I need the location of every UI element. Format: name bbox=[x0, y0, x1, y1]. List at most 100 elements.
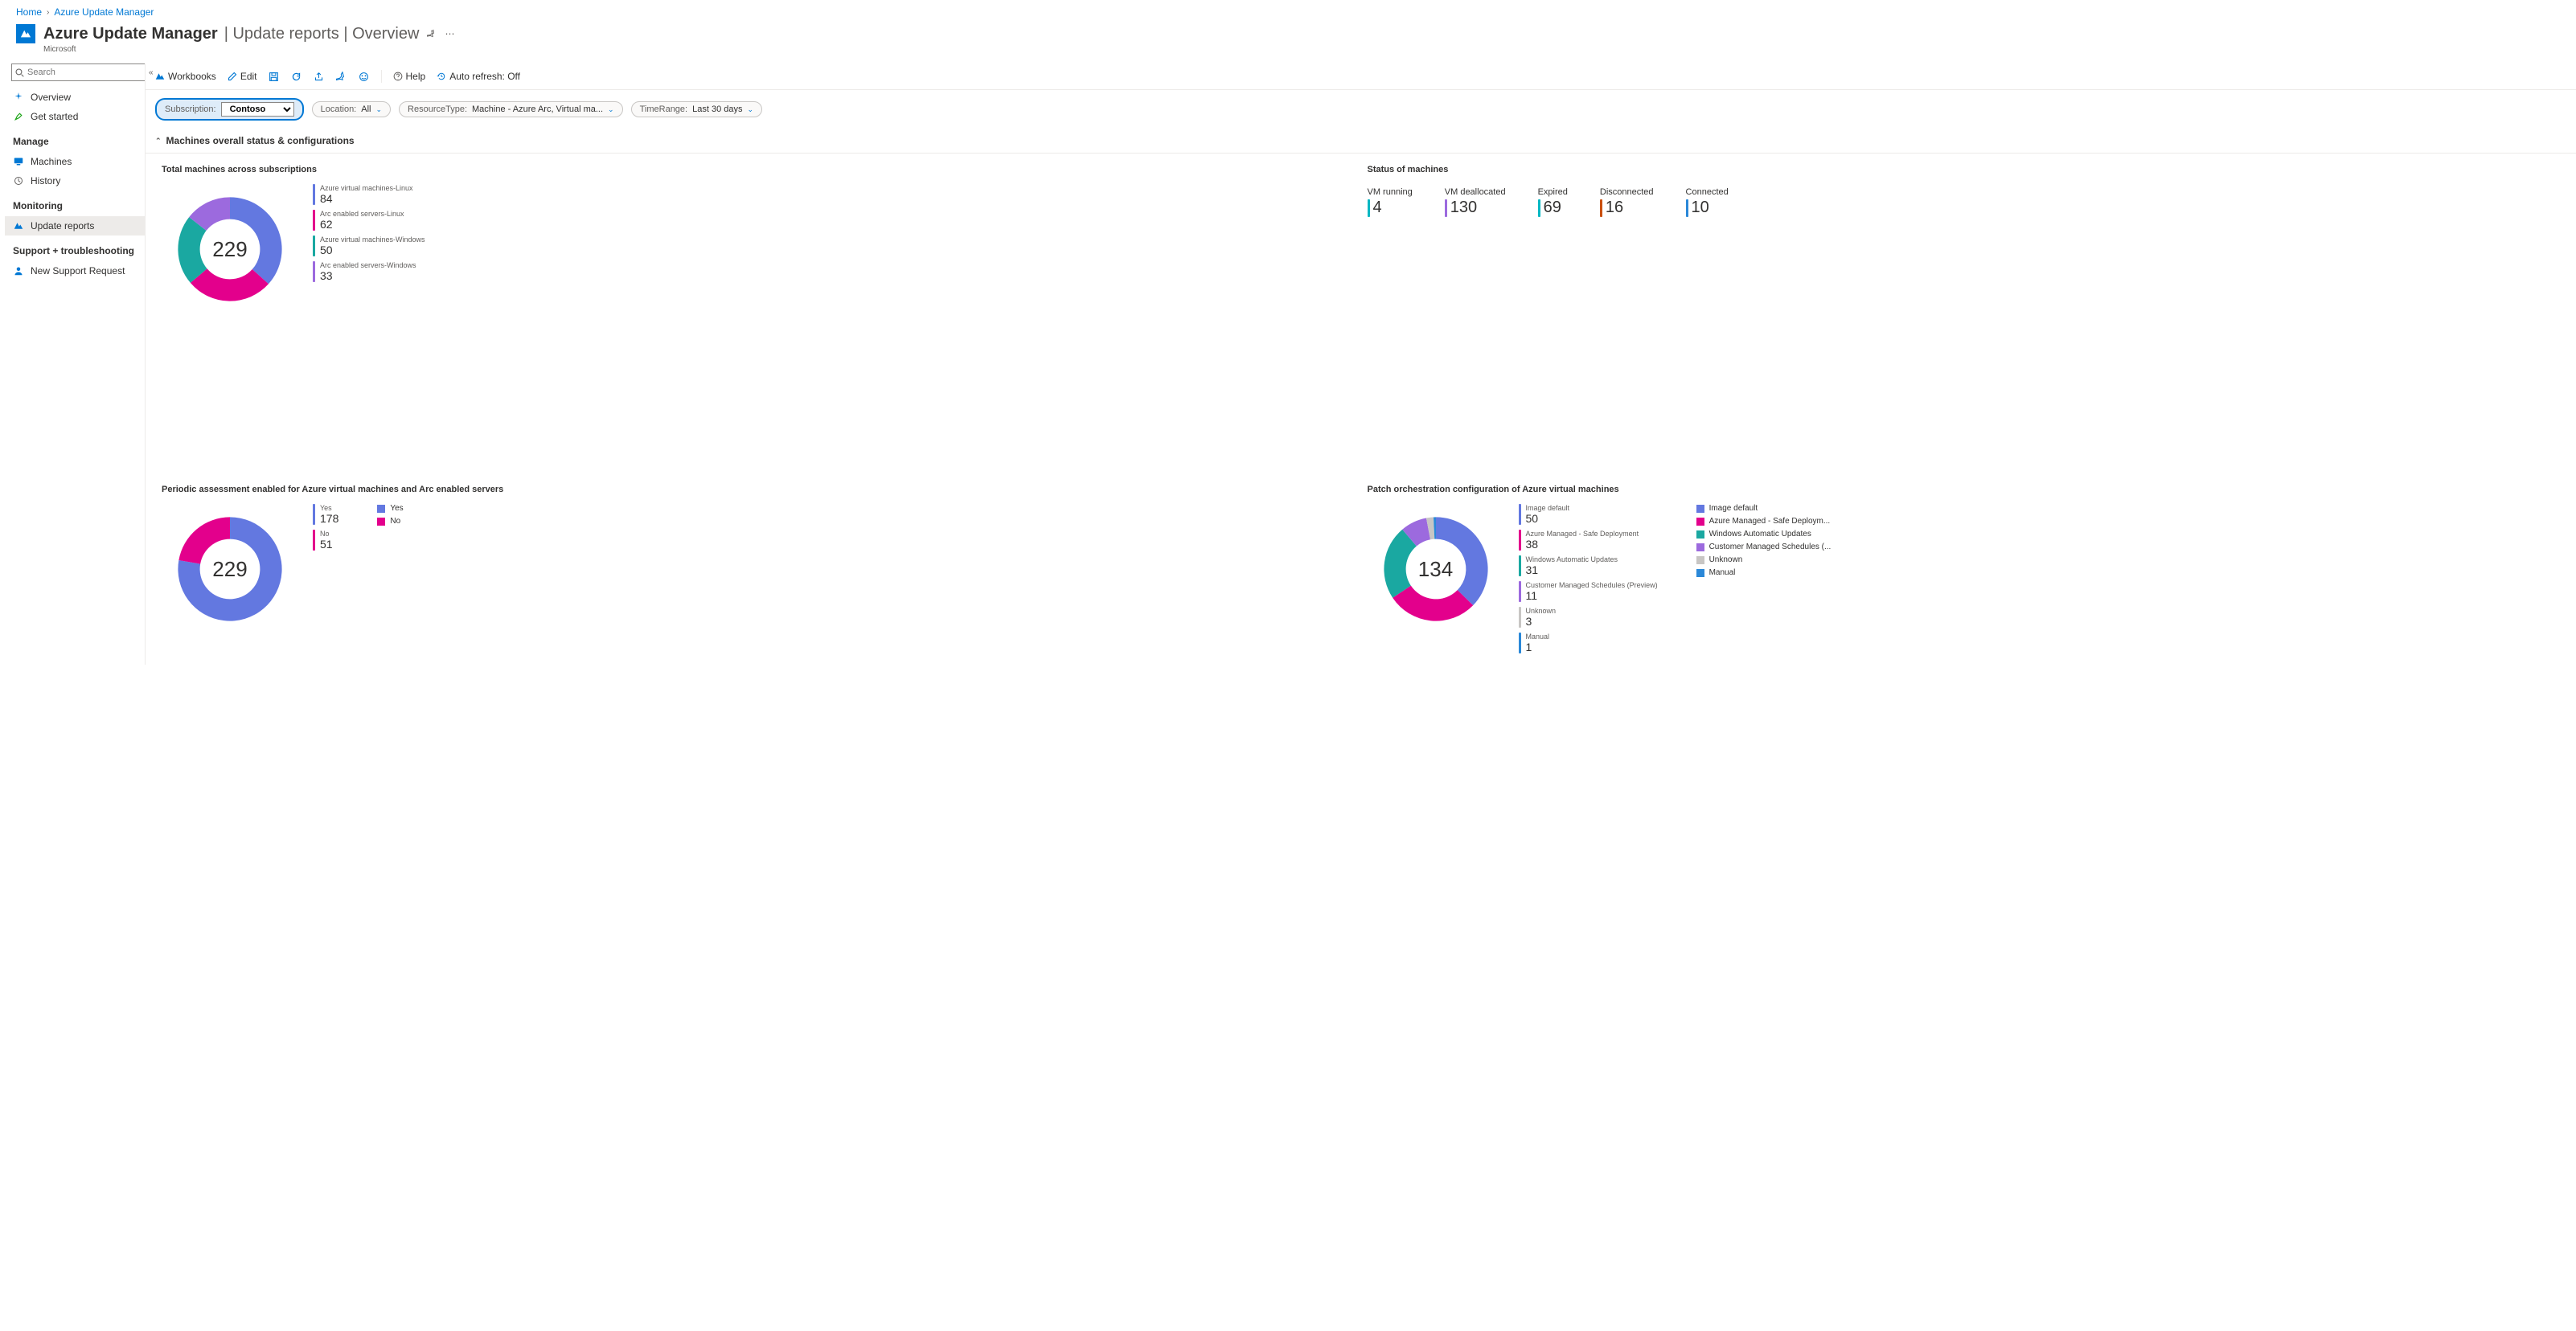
legend-label: Customer Managed Schedules (... bbox=[1709, 543, 1832, 551]
sidebar-item-machines[interactable]: Machines bbox=[5, 152, 145, 171]
refresh-icon[interactable] bbox=[291, 71, 302, 82]
feedback-icon[interactable] bbox=[359, 71, 370, 82]
status-tile[interactable]: Expired 69 bbox=[1538, 187, 1568, 217]
breadcrumb-current[interactable]: Azure Update Manager bbox=[54, 6, 154, 18]
chevron-down-icon: ⌄ bbox=[375, 105, 382, 114]
stat-value: 38 bbox=[1526, 538, 1639, 551]
stat-value: 3 bbox=[1526, 615, 1557, 628]
sidebar-item-history[interactable]: History bbox=[5, 171, 145, 190]
color-bar bbox=[1519, 504, 1521, 525]
legend-item[interactable]: Azure Managed - Safe Deploym... bbox=[1696, 517, 1832, 526]
help-button[interactable]: Help bbox=[393, 71, 426, 82]
stat-item[interactable]: Arc enabled servers-Windows 33 bbox=[313, 261, 425, 282]
stat-value: 31 bbox=[1526, 563, 1618, 576]
stat-item[interactable]: Arc enabled servers-Linux 62 bbox=[313, 210, 425, 231]
status-tiles: VM running 4 VM deallocated 130 Expired 69… bbox=[1368, 181, 2561, 217]
subscription-select[interactable]: Contoso bbox=[221, 102, 294, 117]
sidebar-item-getstarted[interactable]: Get started bbox=[5, 107, 145, 126]
stat-value: 50 bbox=[1526, 512, 1570, 525]
chevron-down-icon: ⌄ bbox=[747, 105, 753, 114]
filter-timerange[interactable]: TimeRange: Last 30 days ⌄ bbox=[631, 101, 762, 117]
chevron-up-icon: ⌃ bbox=[155, 137, 162, 145]
filter-location[interactable]: Location: All ⌄ bbox=[312, 101, 391, 117]
filter-resourcetype[interactable]: ResourceType: Machine - Azure Arc, Virtu… bbox=[399, 101, 623, 117]
share-icon[interactable] bbox=[314, 71, 325, 82]
status-tile[interactable]: Connected 10 bbox=[1686, 187, 1729, 217]
stat-value: 1 bbox=[1526, 641, 1550, 653]
legend-list: Image default Azure Managed - Safe Deplo… bbox=[1696, 501, 1832, 577]
legend-item[interactable]: Yes bbox=[377, 504, 403, 513]
pin-icon[interactable] bbox=[427, 29, 437, 39]
stat-item[interactable]: Unknown 3 bbox=[1519, 607, 1658, 628]
stat-label: Manual bbox=[1526, 633, 1550, 641]
color-bar bbox=[1600, 199, 1602, 217]
stat-item[interactable]: Windows Automatic Updates 31 bbox=[1519, 555, 1658, 576]
legend-swatch bbox=[1696, 530, 1704, 539]
card-title: Periodic assessment enabled for Azure vi… bbox=[162, 485, 1355, 494]
status-tile[interactable]: Disconnected 16 bbox=[1600, 187, 1654, 217]
workbooks-button[interactable]: Workbooks bbox=[155, 71, 216, 82]
legend-swatch bbox=[1696, 556, 1704, 564]
filter-label: TimeRange: bbox=[640, 104, 688, 114]
stat-item[interactable]: Yes 178 bbox=[313, 504, 338, 525]
legend-item[interactable]: Manual bbox=[1696, 568, 1832, 577]
legend-item[interactable]: Unknown bbox=[1696, 555, 1832, 564]
legend-item[interactable]: Windows Automatic Updates bbox=[1696, 530, 1832, 539]
save-icon[interactable] bbox=[269, 71, 280, 82]
stat-item[interactable]: Image default 50 bbox=[1519, 504, 1658, 525]
search-input[interactable] bbox=[27, 68, 142, 77]
legend-swatch bbox=[1696, 518, 1704, 526]
stat-item[interactable]: Azure virtual machines-Linux 84 bbox=[313, 184, 425, 205]
sidebar-item-update-reports[interactable]: Update reports bbox=[5, 216, 145, 235]
filter-value: Machine - Azure Arc, Virtual ma... bbox=[472, 104, 603, 114]
status-tile[interactable]: VM running 4 bbox=[1368, 187, 1413, 217]
rocket-icon bbox=[13, 111, 24, 122]
sidebar-item-label: Overview bbox=[31, 92, 71, 103]
color-bar bbox=[1519, 555, 1521, 576]
color-bar bbox=[313, 184, 315, 205]
filter-value: All bbox=[361, 104, 371, 114]
legend-swatch bbox=[377, 505, 385, 513]
status-label: Connected bbox=[1686, 187, 1729, 197]
stat-label: Arc enabled servers-Windows bbox=[320, 261, 416, 269]
service-icon bbox=[16, 24, 35, 43]
legend-item[interactable]: Image default bbox=[1696, 504, 1832, 513]
more-icon[interactable]: ⋯ bbox=[445, 28, 454, 39]
stat-label: Customer Managed Schedules (Preview) bbox=[1526, 581, 1658, 589]
sidebar-item-support-request[interactable]: New Support Request bbox=[5, 261, 145, 281]
status-tile[interactable]: VM deallocated 130 bbox=[1445, 187, 1506, 217]
pin-icon[interactable] bbox=[336, 71, 347, 82]
donut-patch: 134 bbox=[1368, 501, 1504, 637]
edit-button[interactable]: Edit bbox=[228, 71, 257, 82]
sidebar-item-overview[interactable]: Overview bbox=[5, 88, 145, 107]
breadcrumb-home[interactable]: Home bbox=[16, 6, 42, 18]
color-bar bbox=[1445, 199, 1447, 217]
card-total-machines: Total machines across subscriptions 229 … bbox=[155, 162, 1361, 321]
toolbar-label: Edit bbox=[240, 71, 257, 82]
filter-subscription[interactable]: Subscription: Contoso bbox=[155, 98, 304, 121]
sidebar-item-label: New Support Request bbox=[31, 265, 125, 276]
stat-item[interactable]: Manual 1 bbox=[1519, 633, 1658, 653]
legend-label: Manual bbox=[1709, 568, 1736, 577]
page-subtitle: | Update reports | Overview bbox=[224, 25, 420, 43]
stat-list: Image default 50 Azure Managed - Safe De… bbox=[1519, 501, 1658, 653]
legend-label: Windows Automatic Updates bbox=[1709, 530, 1811, 539]
stat-item[interactable]: Azure Managed - Safe Deployment 38 bbox=[1519, 530, 1658, 551]
sidebar-search[interactable] bbox=[11, 63, 146, 81]
sidebar-item-label: Machines bbox=[31, 156, 72, 167]
clock-icon bbox=[13, 175, 24, 186]
legend-item[interactable]: Customer Managed Schedules (... bbox=[1696, 543, 1832, 551]
stat-list: Azure virtual machines-Linux 84 Arc enab… bbox=[313, 181, 425, 282]
card-title: Patch orchestration configuration of Azu… bbox=[1368, 485, 2561, 494]
autorefresh-button[interactable]: Auto refresh: Off bbox=[437, 71, 520, 82]
stat-item[interactable]: Customer Managed Schedules (Preview) 11 bbox=[1519, 581, 1658, 602]
stat-value: 51 bbox=[320, 538, 333, 551]
stat-list: Yes 178 No 51 bbox=[313, 501, 338, 551]
section-toggle[interactable]: ⌃ Machines overall status & configuratio… bbox=[146, 129, 2576, 154]
color-bar bbox=[313, 235, 315, 256]
stat-item[interactable]: Azure virtual machines-Windows 50 bbox=[313, 235, 425, 256]
stat-item[interactable]: No 51 bbox=[313, 530, 338, 551]
monitor-icon bbox=[13, 156, 24, 167]
status-label: Disconnected bbox=[1600, 187, 1654, 197]
legend-item[interactable]: No bbox=[377, 517, 403, 526]
